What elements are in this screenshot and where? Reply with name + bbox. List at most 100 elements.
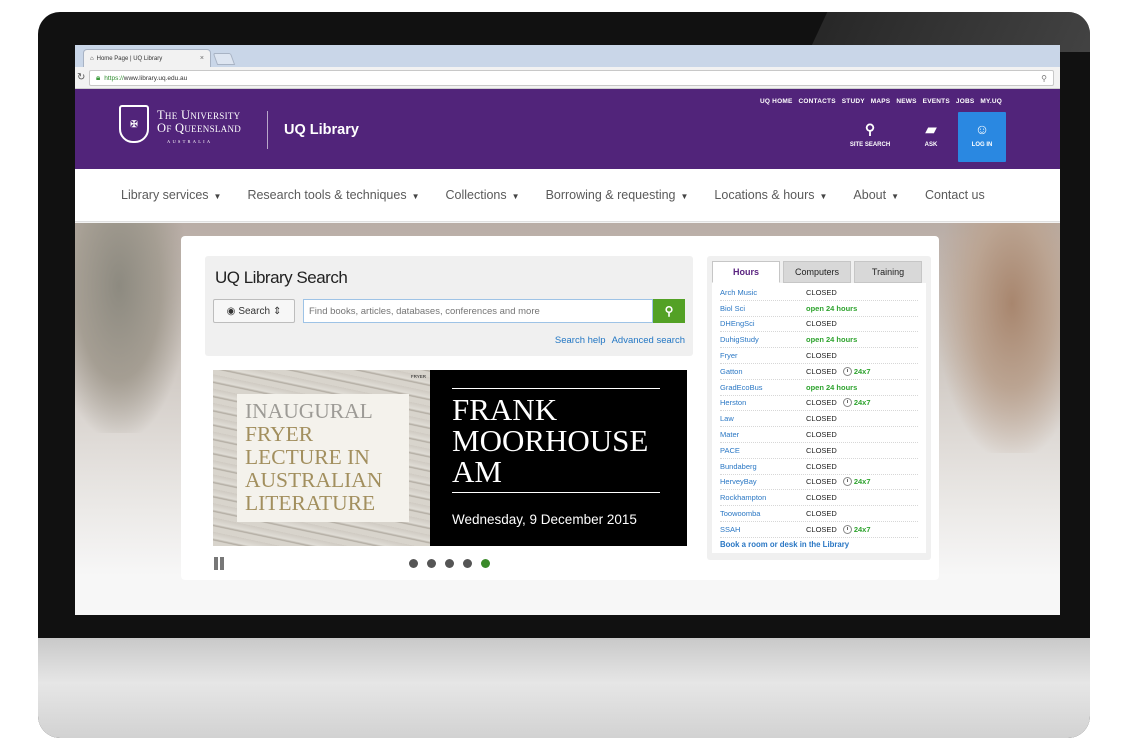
nav-borrowing[interactable]: Borrowing & requesting ▼ [546,188,689,202]
top-link-news[interactable]: NEWS [896,98,916,105]
site-header: ✠ The University Of Queensland AUSTRALIA… [75,89,1060,169]
header-divider [267,111,268,149]
search-links: Search help Advanced search [555,335,685,346]
library-link[interactable]: Mater [720,430,806,439]
24x7-badge[interactable]: 24x7 [842,398,871,408]
library-link[interactable]: Toowoomba [720,509,806,518]
uq-crest-logo[interactable]: ✠ [119,105,149,143]
tab-bar: ⌂ Home Page | UQ Library × [75,45,1060,67]
carousel-dot[interactable] [427,559,436,568]
top-link-contacts[interactable]: CONTACTS [799,98,836,105]
library-link[interactable]: Herston [720,398,806,407]
monitor-chin [38,638,1090,738]
top-link-uq-home[interactable]: UQ HOME [760,98,792,105]
carousel-slide[interactable]: FRYER INAUGURAL FRYER LECTURE IN AUSTRAL… [213,370,687,546]
library-link[interactable]: Fryer [720,351,806,360]
24x7-badge[interactable]: 24x7 [842,477,871,487]
library-link[interactable]: Arch Music [720,288,806,297]
zoom-icon[interactable]: ⚲ [1041,74,1047,83]
new-tab-button[interactable] [212,53,236,65]
globe-icon: ◉ [226,305,236,317]
reload-icon[interactable]: ↻ [77,72,85,83]
24x7-badge[interactable]: 24x7 [842,524,871,534]
top-link-study[interactable]: STUDY [842,98,865,105]
caret-down-icon: ▼ [411,192,420,201]
24x7-label: 24x7 [853,398,871,408]
library-link[interactable]: Biol Sci [720,304,806,313]
slide-lecture-line2: FRYER LECTURE IN AUSTRALIAN LITERATURE [245,422,383,515]
close-tab-icon[interactable]: × [200,55,204,62]
nav-label: Borrowing & requesting [545,188,676,202]
address-bar[interactable]: 🔒︎ https://www.library.uq.edu.au ⚲ [89,70,1054,86]
search-type-select[interactable]: ◉ Search ⇕ [213,299,295,323]
carousel-dot[interactable] [463,559,472,568]
search-input[interactable] [303,299,653,323]
top-link-maps[interactable]: MAPS [871,98,891,105]
list-item: Arch Music CLOSED [720,285,918,301]
nav-contact-us[interactable]: Contact us [925,188,985,202]
nav-research-tools[interactable]: Research tools & techniques ▼ [247,188,419,202]
university-country: AUSTRALIA [167,139,213,144]
top-link-my-uq[interactable]: MY.UQ [980,98,1002,105]
slide-manuscript-note: FRYER [410,374,426,379]
library-link[interactable]: PACE [720,446,806,455]
ask-button[interactable]: ▰ ASK [911,119,951,159]
library-link[interactable]: DuhigStudy [720,335,806,344]
list-item: HerveyBay CLOSED 24x7 [720,475,918,491]
caret-down-icon: ▼ [680,192,689,201]
list-item: Fryer CLOSED [720,348,918,364]
list-item: Toowoomba CLOSED [720,506,918,522]
library-link[interactable]: HerveyBay [720,477,806,486]
browser-screen: ⌂ Home Page | UQ Library × ↻ 🔒︎ https://… [75,45,1060,615]
background-tree-left [75,223,185,433]
library-link[interactable]: SSAH [720,525,806,534]
university-name[interactable]: The University Of Queensland [157,109,241,135]
book-room-link[interactable]: Book a room or desk in the Library [720,540,918,549]
library-link[interactable]: Law [720,414,806,423]
search-type-label: Search [238,305,271,317]
list-item: Bundaberg CLOSED [720,459,918,475]
browser-tab[interactable]: ⌂ Home Page | UQ Library × [83,49,211,67]
top-link-jobs[interactable]: JOBS [956,98,975,105]
carousel-dot-active[interactable] [481,559,490,568]
library-status: CLOSED [806,319,837,329]
carousel-dots [409,559,490,568]
library-link[interactable]: DHEngSci [720,319,806,328]
library-status: open 24 hours [806,382,858,392]
search-icon: ⚲ [664,304,674,318]
top-link-events[interactable]: EVENTS [923,98,950,105]
pause-icon[interactable] [213,557,226,570]
login-button[interactable]: ☺ LOG IN [958,112,1006,162]
tab-hours[interactable]: Hours [712,261,780,283]
carousel-dot[interactable] [409,559,418,568]
search-submit-button[interactable]: ⚲ [653,299,685,323]
site-name[interactable]: UQ Library [284,122,359,138]
slide-speaker-line2: MOORHOUSE [452,423,649,458]
library-link[interactable]: Bundaberg [720,462,806,471]
address-bar-area: ↻ 🔒︎ https://www.library.uq.edu.au ⚲ [75,67,1060,89]
nav-library-services[interactable]: Library services ▼ [121,188,221,202]
24x7-label: 24x7 [853,524,871,534]
library-link[interactable]: Gatton [720,367,806,376]
library-status: open 24 hours [806,335,858,345]
nav-about[interactable]: About ▼ [853,188,899,202]
nav-label: Research tools & techniques [247,188,407,202]
24x7-badge[interactable]: 24x7 [842,366,871,376]
nav-collections[interactable]: Collections ▼ [446,188,520,202]
carousel-dot[interactable] [445,559,454,568]
library-status: CLOSED [806,493,837,503]
tab-computers[interactable]: Computers [783,261,851,283]
advanced-search-link[interactable]: Advanced search [612,335,685,346]
library-link[interactable]: Rockhampton [720,493,806,502]
tab-training[interactable]: Training [854,261,922,283]
lock-icon: 🔒︎ [96,73,101,82]
user-icon: ☺ [974,121,990,137]
slide-manuscript-image: FRYER INAUGURAL FRYER LECTURE IN AUSTRAL… [213,370,430,546]
search-help-link[interactable]: Search help [555,335,606,346]
site-search-button[interactable]: ⚲ SITE SEARCH [847,119,893,159]
nav-locations-hours[interactable]: Locations & hours ▼ [714,188,827,202]
slide-lecture-card: INAUGURAL FRYER LECTURE IN AUSTRALIAN LI… [237,394,409,522]
library-link[interactable]: GradEcoBus [720,383,806,392]
list-item: Gatton CLOSED 24x7 [720,364,918,380]
library-status: CLOSED [806,509,837,519]
